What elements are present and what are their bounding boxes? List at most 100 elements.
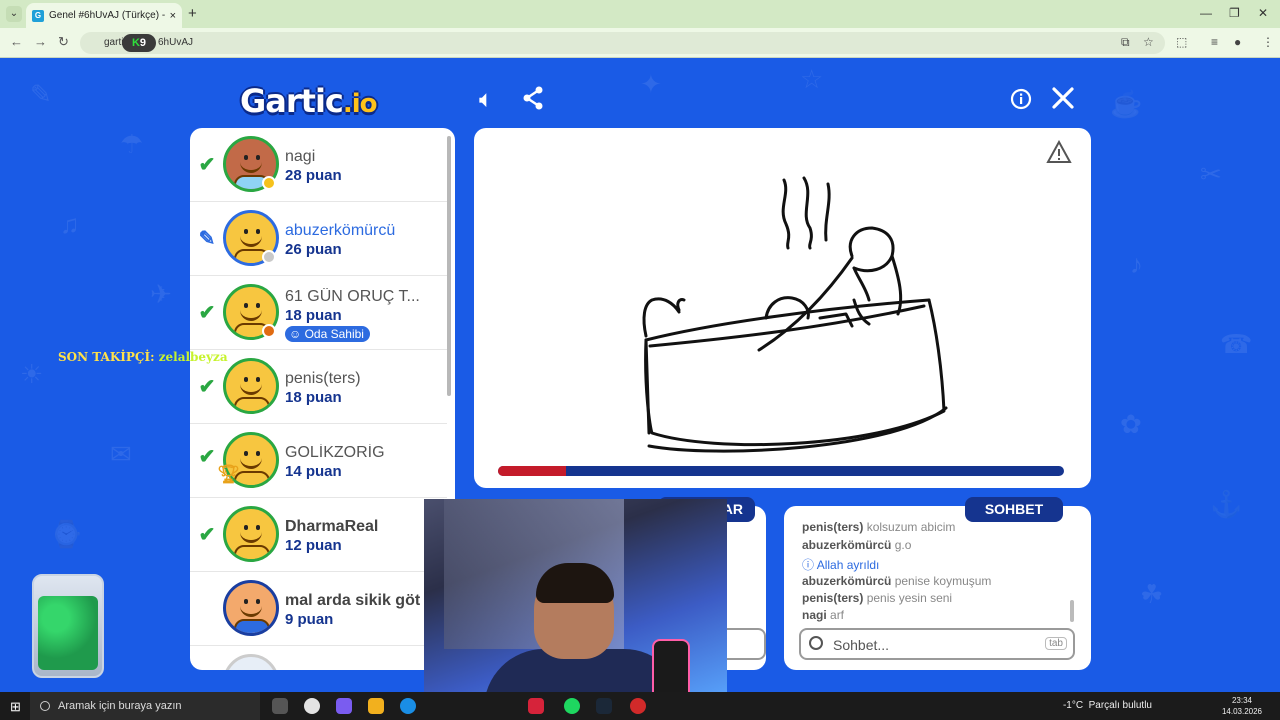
trophy-icon: 🏆︎	[217, 464, 240, 484]
forward-icon[interactable]: →	[34, 34, 47, 49]
timer-fill	[498, 466, 566, 476]
player-row[interactable]	[190, 646, 447, 670]
favicon-icon: G	[32, 9, 44, 22]
player-row[interactable]: ✔ DharmaReal 12 puan	[190, 498, 447, 572]
status-dot	[262, 250, 276, 264]
speaker-icon[interactable]: 🔈︎	[479, 86, 493, 114]
close-tab-icon[interactable]: ×	[170, 10, 176, 22]
taskbar-search-placeholder: Aramak için buraya yazın	[58, 700, 182, 712]
tab-list-button[interactable]: ⌄	[6, 6, 22, 22]
chat-placeholder: Sohbet...	[833, 637, 890, 653]
check-icon: ✔	[198, 154, 216, 176]
tab-title: Genel #6hUvAJ (Türkçe) - Gartic.io	[49, 10, 166, 21]
steam-icon[interactable]	[596, 698, 612, 714]
chat-scrollbar[interactable]	[1070, 600, 1074, 622]
player-score: 18 puan	[285, 389, 342, 406]
clock[interactable]: 23:34 14.03.2026	[1222, 695, 1262, 717]
player-score: 9 puan	[285, 611, 334, 628]
search-icon	[809, 636, 823, 650]
room-owner-badge: ☺ Oda Sahibi	[285, 326, 370, 342]
reload-icon[interactable]: ↻	[58, 34, 69, 50]
player-row[interactable]: ✔ nagi 28 puan	[190, 128, 447, 202]
spotify-icon[interactable]	[564, 698, 580, 714]
bookmark-star-icon[interactable]: ☆	[1143, 35, 1154, 49]
check-icon: ✔	[198, 302, 216, 324]
browser-tab[interactable]: G Genel #6hUvAJ (Türkçe) - Gartic.io ×	[26, 3, 182, 28]
app-icon[interactable]	[528, 698, 544, 714]
chat-message: penis(ters) kolsuzum abicim	[802, 520, 956, 534]
k9-overlay-badge: K9	[122, 34, 156, 52]
player-score: 26 puan	[285, 241, 342, 258]
check-icon: ✔	[198, 446, 216, 468]
player-row[interactable]: ✔ 🏆︎ GOLİKZORİG 14 puan	[190, 424, 447, 498]
player-score: 12 puan	[285, 537, 342, 554]
browser-tab-bar: ⌄ G Genel #6hUvAJ (Türkçe) - Gartic.io ×…	[0, 0, 1280, 28]
check-icon: ✔	[198, 524, 216, 546]
player-name: GOLİKZORİG	[285, 444, 385, 461]
avatar	[223, 506, 279, 562]
chat-message: abuzerkömürcü penise koymuşum	[802, 574, 992, 588]
back-icon[interactable]: ←	[10, 34, 23, 49]
chat-message: penis(ters) penis yesin seni	[802, 591, 953, 605]
system-message: ⓘ Allah ayrıldı	[802, 558, 880, 572]
address-bar: ← → ↻ gartic K9 6hUvAJ ⧉ ☆ ⬚ ≡ ● ⋮	[0, 28, 1280, 58]
restore-icon[interactable]: ❐	[1229, 6, 1240, 20]
player-list: ✔ nagi 28 puan ✎ abuzerkömürcü 26 puan ✔…	[190, 128, 455, 670]
player-row[interactable]: ✔ 61 GÜN ORUÇ T... 18 puan ☺ Oda Sahibi	[190, 276, 447, 350]
chrome-icon[interactable]	[304, 698, 320, 714]
app-icon[interactable]	[630, 698, 646, 714]
gartic-logo: Gartic.io	[240, 82, 378, 120]
chat-panel: penis(ters) kolsuzum abicim abuzerkömürc…	[784, 506, 1091, 670]
player-name: mal arda sikik göt	[285, 592, 421, 609]
round-timer-bar	[498, 466, 1064, 476]
task-view-icon[interactable]	[272, 698, 288, 714]
webcam-overlay	[424, 499, 727, 704]
last-follower-overlay: SON TAKİPÇİ: zelalbeyza	[58, 350, 228, 364]
info-icon[interactable]	[1010, 88, 1032, 117]
drawing-canvas[interactable]	[474, 128, 1091, 488]
install-icon[interactable]: ⧉	[1121, 35, 1130, 50]
avatar	[223, 654, 279, 670]
media-icon[interactable]: ≡	[1211, 35, 1218, 49]
search-icon	[40, 701, 50, 711]
profile-avatar[interactable]: ●	[1234, 35, 1241, 49]
player-score: 28 puan	[285, 167, 342, 184]
player-row[interactable]: mal arda sikik göt 9 puan	[190, 572, 447, 646]
url-input[interactable]: gartic K9 6hUvAJ	[80, 32, 1165, 54]
player-name: nagi	[285, 148, 316, 165]
minimize-icon[interactable]: —	[1200, 6, 1212, 20]
player-name: penis(ters)	[285, 370, 361, 387]
tab-chat[interactable]: SOHBET	[965, 497, 1063, 522]
chat-input[interactable]: Sohbet... tab	[799, 628, 1075, 660]
player-row[interactable]: ✔ penis(ters) 18 puan	[190, 350, 447, 424]
chat-message: abuzerkömürcü g.o	[802, 538, 912, 552]
close-icon[interactable]	[1051, 86, 1075, 117]
pencil-icon: ✎	[198, 228, 216, 250]
player-name: 61 GÜN ORUÇ T...	[285, 288, 420, 305]
avatar	[223, 580, 279, 636]
player-score: 18 puan	[285, 307, 342, 324]
share-icon[interactable]	[522, 86, 544, 117]
copilot-icon[interactable]	[336, 698, 352, 714]
window-close-icon[interactable]: ✕	[1258, 6, 1268, 20]
menu-icon[interactable]: ⋮	[1262, 35, 1274, 49]
file-explorer-icon[interactable]	[368, 698, 384, 714]
player-list-scrollbar[interactable]	[447, 136, 451, 396]
edge-icon[interactable]	[400, 698, 416, 714]
check-icon: ✔	[198, 376, 216, 398]
extensions-icon[interactable]: ⬚	[1176, 35, 1187, 49]
taskbar-search[interactable]: Aramak için buraya yazın	[30, 692, 260, 720]
player-score: 14 puan	[285, 463, 342, 480]
player-name: abuzerkömürcü	[285, 222, 396, 239]
player-name: DharmaReal	[285, 518, 379, 535]
windows-start-icon[interactable]: ⊞	[10, 699, 21, 715]
status-dot	[262, 324, 276, 338]
player-row[interactable]: ✎ abuzerkömürcü 26 puan	[190, 202, 447, 276]
status-dot	[262, 176, 276, 190]
url-text-suffix: 6hUvAJ	[158, 37, 194, 48]
windows-taskbar: ⊞ Aramak için buraya yazın -1°C Parçalı …	[0, 692, 1280, 720]
weather-widget[interactable]: -1°C Parçalı bulutlu	[1063, 700, 1152, 711]
avatar	[223, 358, 279, 414]
new-tab-button[interactable]: +	[188, 5, 197, 22]
tab-key-hint: tab	[1045, 637, 1067, 650]
